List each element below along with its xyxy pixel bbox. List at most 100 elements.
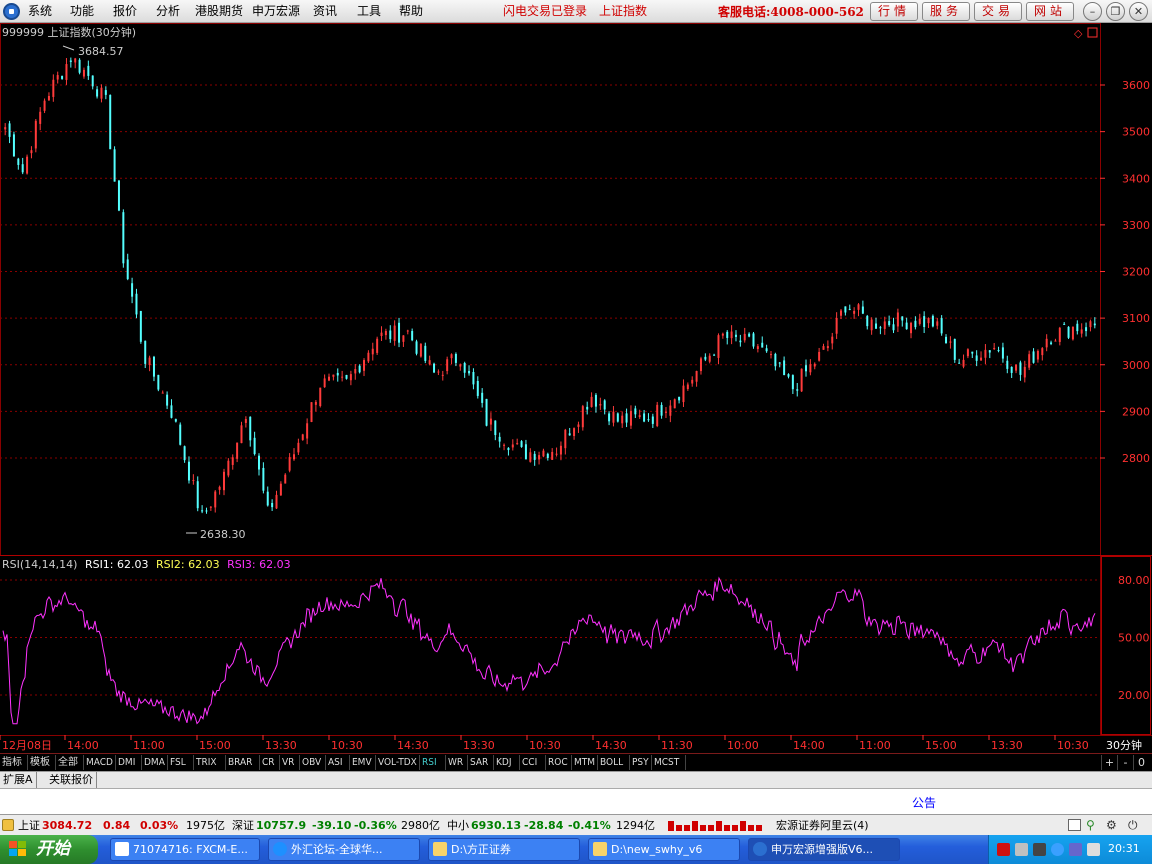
menu-analysis[interactable]: 分析: [156, 3, 180, 19]
indicator-tab-cr[interactable]: CR: [260, 755, 280, 770]
start-button[interactable]: 开始: [0, 835, 98, 864]
indicator-tab-模板[interactable]: 模板: [28, 755, 56, 770]
price-panel-frame: [0, 23, 1101, 556]
indicator-tab-brar[interactable]: BRAR: [226, 755, 260, 770]
indicator-tab-boll[interactable]: BOLL: [598, 755, 630, 770]
candle-body: [761, 342, 764, 348]
shield-icon[interactable]: [1051, 843, 1064, 856]
candle-body: [336, 372, 339, 376]
server-name[interactable]: 宏源证券阿里云(4): [776, 818, 869, 833]
candle-body: [691, 379, 694, 384]
indicator-tab-psy[interactable]: PSY: [630, 755, 652, 770]
menu-news[interactable]: 资讯: [313, 3, 337, 19]
indicator-tab-vr[interactable]: VR: [280, 755, 300, 770]
candle-body: [931, 315, 934, 327]
signal-icon[interactable]: ⚲: [1086, 818, 1100, 832]
candle-body: [813, 363, 816, 367]
candle-body: [914, 320, 917, 328]
indicator-tab-trix[interactable]: TRIX: [194, 755, 226, 770]
candle-body: [1080, 329, 1083, 334]
candle-body: [454, 353, 457, 363]
indicator-tab-macd[interactable]: MACD: [84, 755, 116, 770]
price-grid: [0, 84, 1100, 459]
indicator-tab-emv[interactable]: EMV: [350, 755, 376, 770]
trade-button[interactable]: 交易: [974, 2, 1022, 21]
notice-link[interactable]: 公告: [912, 794, 936, 811]
volume-icon[interactable]: [1033, 843, 1046, 856]
indicator-tab-rsi[interactable]: RSI: [420, 755, 446, 770]
indicator-minus-button[interactable]: -: [1117, 755, 1133, 770]
panel-maximize-icon[interactable]: [1087, 27, 1098, 38]
period-label[interactable]: 30分钟: [1106, 738, 1142, 752]
menu-function[interactable]: 功能: [70, 3, 94, 19]
chart-area[interactable]: 3600 3500 3400 3300 3200 3100 3000 2900 2800 80.…: [0, 23, 1152, 753]
chart-title: 999999 上证指数(30分钟): [2, 25, 136, 39]
menu-tools[interactable]: 工具: [357, 3, 381, 19]
menu-swhy[interactable]: 申万宏源: [252, 3, 300, 19]
candle-body: [117, 180, 120, 211]
sh-pct: 0.03%: [140, 819, 179, 832]
price-tick-label: 3400: [1122, 172, 1150, 185]
tab-related-quotes[interactable]: 关联报价: [46, 772, 97, 788]
taskbar-item-swhy-app[interactable]: 申万宏源增强版V6...: [748, 838, 900, 861]
candle-body: [524, 444, 527, 460]
indicator-tab-mtm[interactable]: MTM: [572, 755, 598, 770]
indicator-tab-vol-tdx[interactable]: VOL-TDX: [376, 755, 420, 770]
status-window-icon[interactable]: [1068, 819, 1081, 831]
indicator-zero-button[interactable]: 0: [1133, 755, 1149, 770]
candle-body: [1085, 327, 1088, 332]
website-button[interactable]: 网站: [1026, 2, 1074, 21]
status-menu-icon[interactable]: [2, 819, 14, 831]
indicator-plus-button[interactable]: +: [1101, 755, 1117, 770]
time-axis: 12月08日 14:00 11:00 15:00 13:30 10:30 14:30 13:3…: [0, 735, 1089, 752]
taskbar-item-fxcm[interactable]: 71074716: FXCM-E...: [110, 838, 260, 861]
diamond-icon[interactable]: ◇: [1074, 27, 1083, 40]
current-index-label[interactable]: 上证指数: [599, 3, 647, 19]
indicator-tab-kdj[interactable]: KDJ: [494, 755, 520, 770]
menu-system[interactable]: 系统: [28, 3, 52, 19]
power-icon[interactable]: ⏻: [1128, 818, 1142, 832]
candle-body: [384, 331, 387, 336]
indicator-tab-指标[interactable]: 指标: [0, 755, 28, 770]
indicator-tab-fsl[interactable]: FSL: [168, 755, 194, 770]
menu-help[interactable]: 帮助: [399, 3, 423, 19]
flag-icon[interactable]: [997, 843, 1010, 856]
taskbar-item-founder-folder[interactable]: D:\方正证券: [428, 838, 580, 861]
candle-body: [494, 420, 497, 436]
indicator-tab-roc[interactable]: ROC: [546, 755, 572, 770]
rsi-series: [2, 576, 1096, 725]
network-icon[interactable]: [1015, 843, 1028, 856]
taskbar-item-forum[interactable]: 外汇论坛-全球华...: [268, 838, 420, 861]
candle-body: [520, 441, 523, 447]
chart-canvas[interactable]: 3600 3500 3400 3300 3200 3100 3000 2900 2800 80.…: [0, 23, 1152, 753]
security-icon[interactable]: [1069, 843, 1082, 856]
device-icon[interactable]: [1087, 843, 1100, 856]
indicator-tab-asi[interactable]: ASI: [326, 755, 350, 770]
candle-body: [1089, 321, 1092, 328]
indicator-tab-dma[interactable]: DMA: [142, 755, 168, 770]
candle-body: [503, 444, 506, 446]
close-icon[interactable]: ✕: [1129, 2, 1148, 21]
indicator-tab-sar[interactable]: SAR: [468, 755, 494, 770]
taskbar-item-swhy-folder[interactable]: D:\new_swhy_v6: [588, 838, 740, 861]
market-button[interactable]: 行情: [870, 2, 918, 21]
candle-body: [726, 331, 729, 338]
candle-body: [901, 316, 904, 321]
indicator-tab-全部[interactable]: 全部: [56, 755, 84, 770]
service-button[interactable]: 服务: [922, 2, 970, 21]
tab-extended-a[interactable]: 扩展A: [0, 772, 37, 788]
app-logo-icon[interactable]: [3, 3, 20, 20]
restore-icon[interactable]: ❐: [1106, 2, 1125, 21]
minimize-icon[interactable]: –: [1083, 2, 1102, 21]
low-label: 2638.30: [200, 528, 246, 541]
indicator-tab-dmi[interactable]: DMI: [116, 755, 142, 770]
indicator-tab-wr[interactable]: WR: [446, 755, 468, 770]
candle-body: [166, 394, 169, 406]
indicator-tab-mcst[interactable]: MCST: [652, 755, 686, 770]
price-tick-label: 2800: [1122, 452, 1150, 465]
menu-quote[interactable]: 报价: [113, 3, 137, 19]
indicator-tab-cci[interactable]: CCI: [520, 755, 546, 770]
indicator-tab-obv[interactable]: OBV: [300, 755, 326, 770]
menu-hk-futures[interactable]: 港股期货: [195, 3, 243, 19]
settings-icon[interactable]: ⚙: [1106, 818, 1120, 832]
